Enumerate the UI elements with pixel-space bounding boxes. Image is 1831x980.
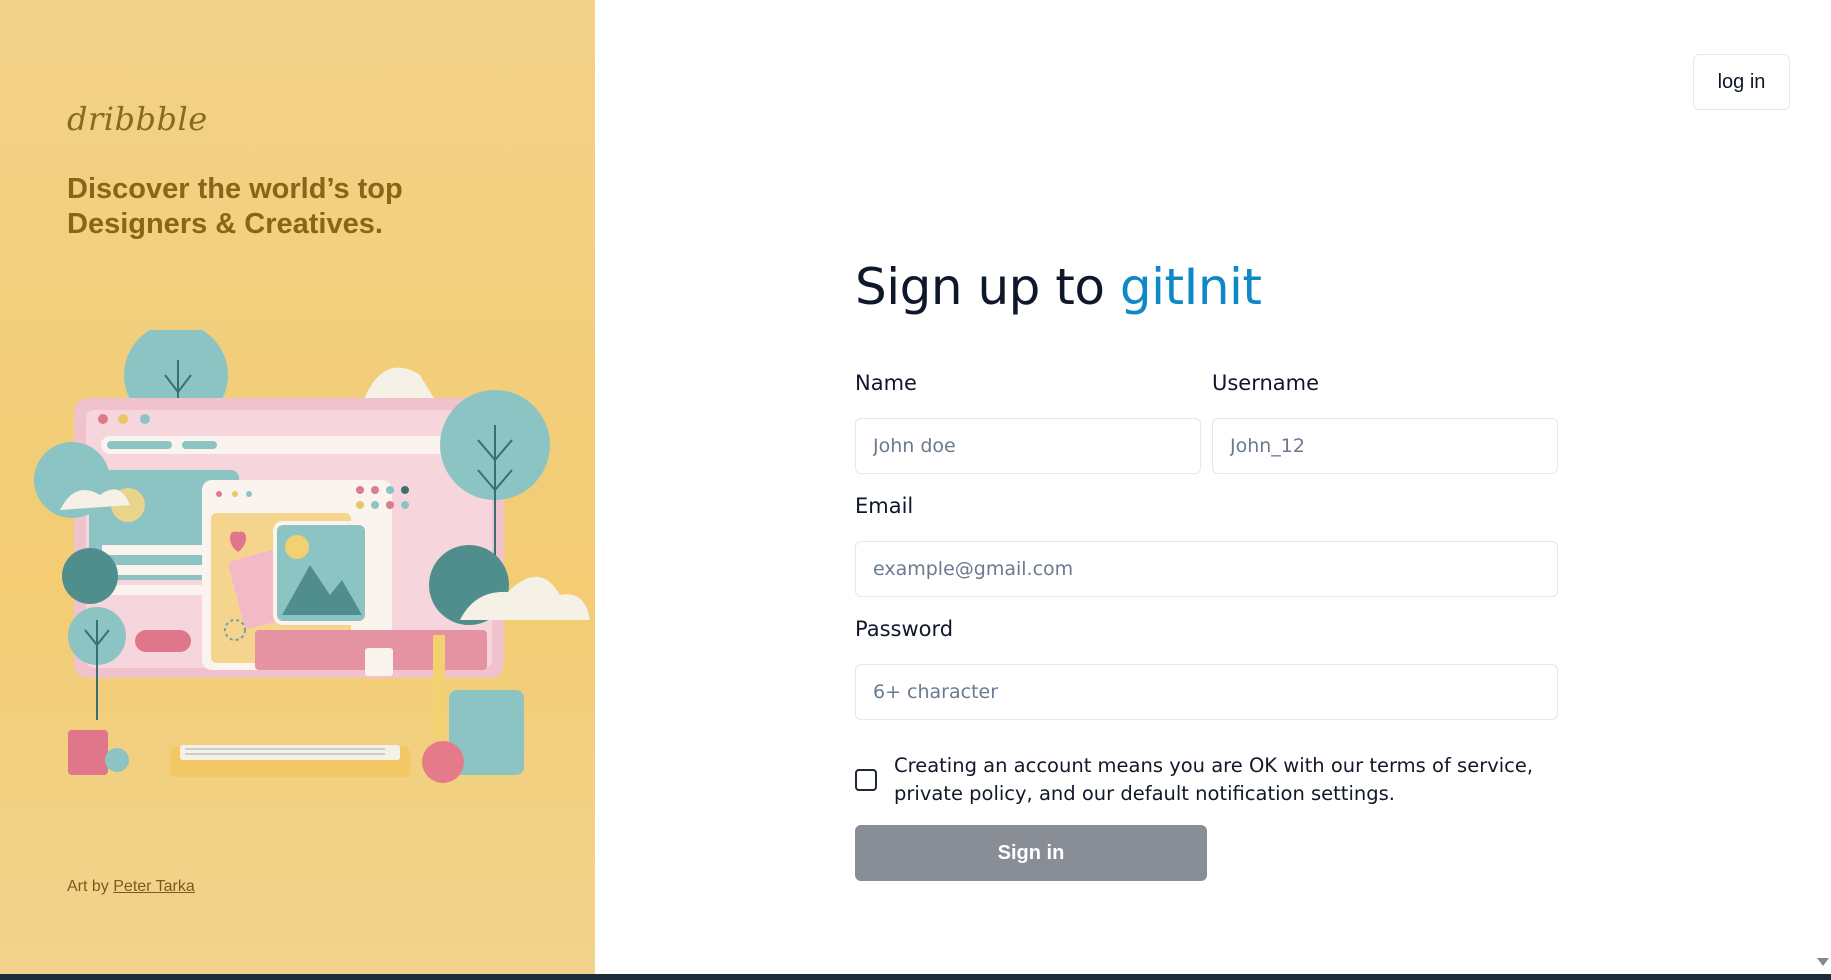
- terms-line-2: private policy, and our default notifica…: [894, 782, 1395, 805]
- art-by-text: Art by: [67, 878, 109, 895]
- username-input[interactable]: [1212, 418, 1558, 474]
- tagline-line-2: Designers & Creatives.: [67, 208, 383, 240]
- artist-link[interactable]: Peter Tarka: [113, 878, 195, 895]
- sign-in-button[interactable]: Sign in: [855, 825, 1207, 881]
- app-window: dribbble Discover the world’s top Design…: [0, 0, 1831, 974]
- log-in-button[interactable]: log in: [1693, 54, 1790, 110]
- terms-checkbox[interactable]: [855, 769, 877, 791]
- page-title: Sign up to gitInit: [855, 258, 1262, 316]
- scroll-down-arrow-icon[interactable]: [1817, 958, 1829, 966]
- password-label: Password: [855, 617, 954, 641]
- password-input[interactable]: [855, 664, 1558, 720]
- username-label: Username: [1212, 371, 1320, 395]
- terms-line-1: Creating an account means you are OK wit…: [894, 754, 1534, 777]
- dribbble-logo[interactable]: dribbble: [67, 100, 208, 138]
- email-input[interactable]: [855, 541, 1558, 597]
- title-prefix: Sign up to: [855, 258, 1105, 316]
- name-label: Name: [855, 371, 917, 395]
- name-input[interactable]: [855, 418, 1201, 474]
- tagline-line-1: Discover the world’s top: [67, 173, 403, 205]
- taskbar-edge: [0, 974, 1831, 980]
- art-credit: Art by Peter Tarka: [67, 878, 195, 896]
- email-label: Email: [855, 494, 914, 518]
- terms-text: Creating an account means you are OK wit…: [894, 752, 1534, 808]
- illustration-image: [34, 330, 590, 783]
- title-brand: gitInit: [1119, 258, 1262, 316]
- promo-panel: dribbble Discover the world’s top Design…: [0, 0, 595, 974]
- promo-tagline: Discover the world’s top Designers & Cre…: [67, 172, 467, 242]
